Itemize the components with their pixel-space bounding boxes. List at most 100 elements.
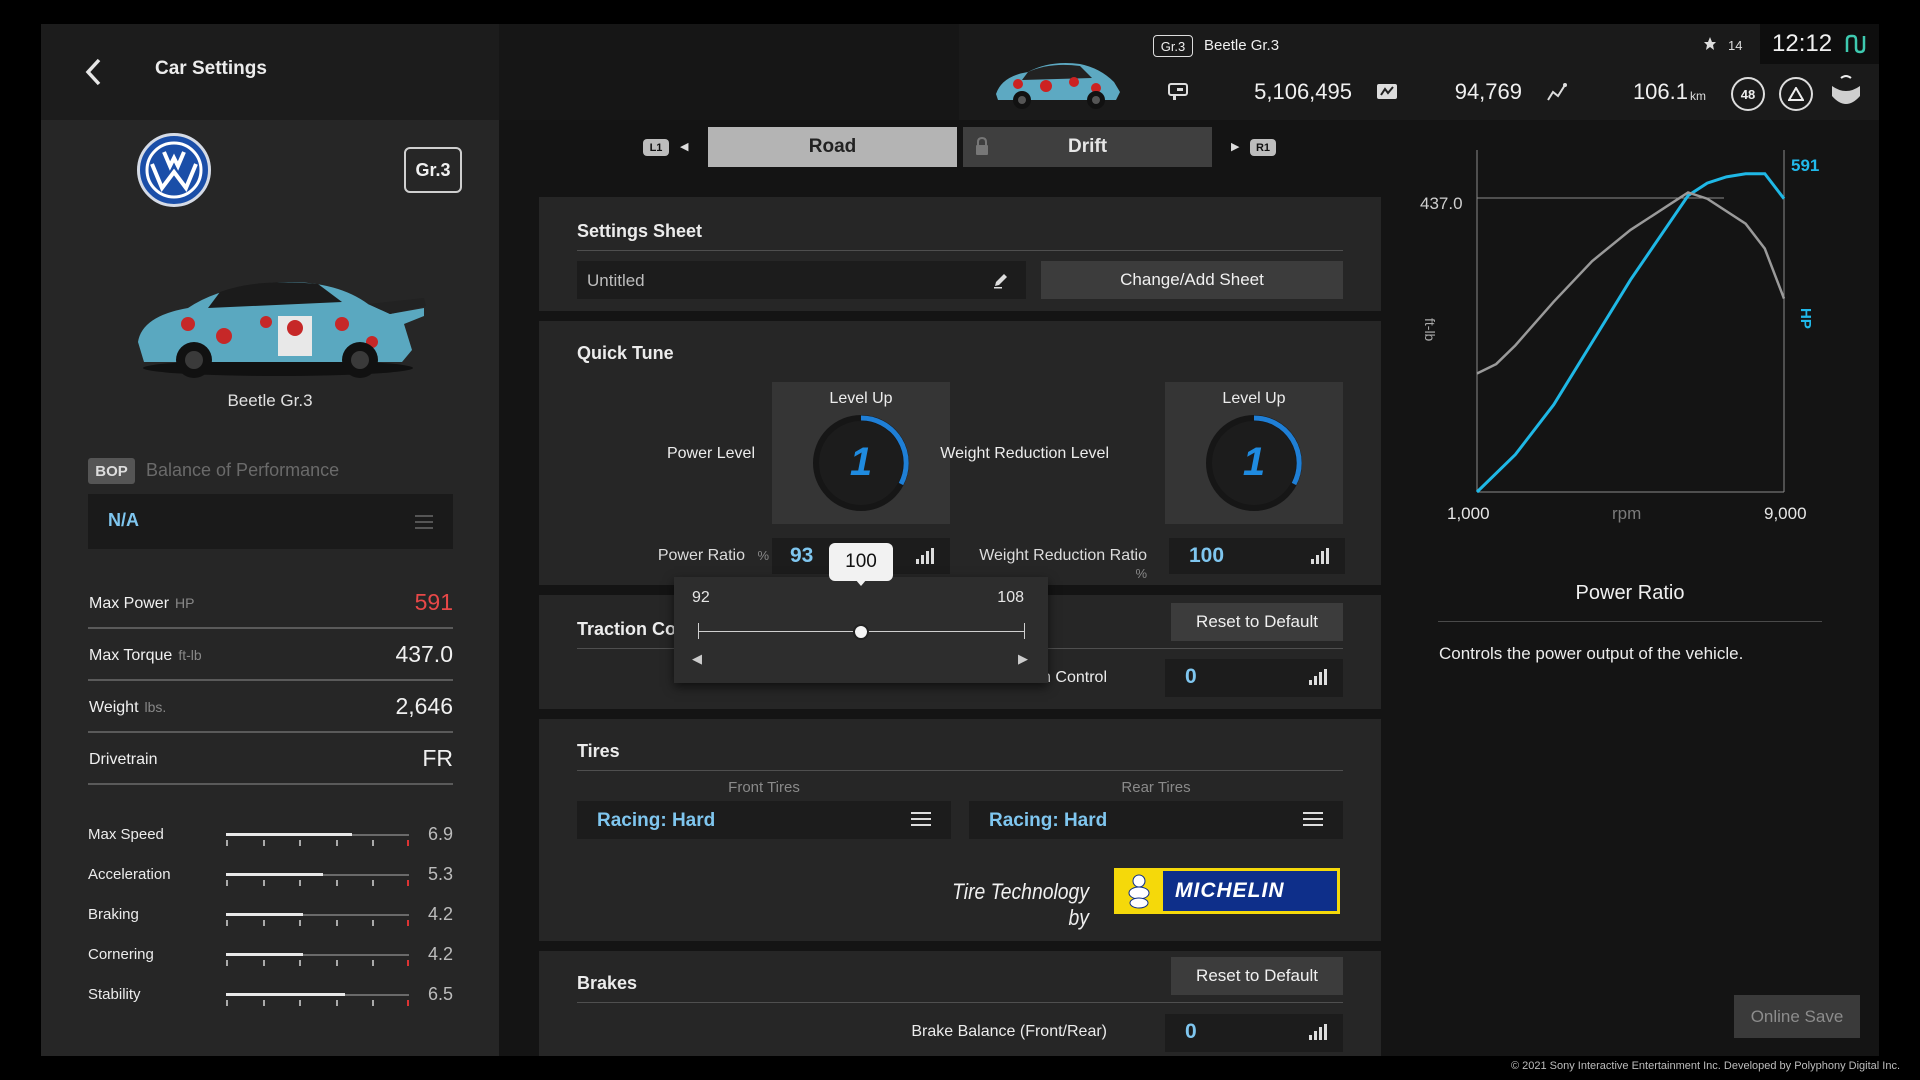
power-ratio-unit: % [757,548,769,563]
performance-label: Braking [88,906,139,923]
stat-label: Weight lbs. [89,699,167,716]
traction-reset-button[interactable]: Reset to Default [1171,603,1343,641]
slider-bubble-tail [855,579,867,586]
stat-value: FR [422,745,453,771]
brakes-section: Brakes Reset to Default Brake Balance (F… [539,951,1381,1056]
tire-technology-text: Tire Technology by [952,879,1089,930]
car-image [128,262,428,382]
power-ratio-label-text: Power Ratio [657,547,745,564]
weight-ratio-value: 100 [1189,544,1225,567]
stat-row: Weight lbs. 2,646 [88,681,453,733]
sheet-name-field[interactable]: Untitled [577,261,1026,299]
performance-tick [226,920,228,926]
header-class-badge: Gr.3 [1153,35,1193,57]
info-title: Power Ratio [1575,582,1685,604]
hp-axis-label: HP [1797,308,1814,329]
slider-left-arrow-icon[interactable]: ◀ [692,651,702,667]
slider-right-arrow-icon[interactable]: ▶ [1018,651,1028,667]
adjust-bars-icon [1311,548,1329,564]
rear-tires-value: Racing: Hard [989,810,1108,831]
performance-row: Stability 6.5 [88,982,453,1012]
change-add-sheet-button[interactable]: Change/Add Sheet [1041,261,1343,299]
stat-row: Drivetrain FR [88,733,453,785]
performance-tick [372,1000,375,1006]
front-tires-select[interactable]: Racing: Hard [577,801,951,839]
performance-bar-fill [226,953,303,956]
performance-tick [262,920,265,926]
performance-row: Cornering 4.2 [88,942,453,972]
performance-tick [262,1000,265,1006]
torque-peak-label: 437.0 [1420,194,1463,213]
brakes-title: Brakes [577,973,638,993]
traction-control-field[interactable]: 0 [1165,659,1343,697]
page-title: Car Settings [155,58,267,79]
performance-tick [226,840,228,846]
performance-value: 6.5 [427,984,453,1004]
settings-sheet-section: Settings Sheet Untitled Change/Add Sheet [539,197,1381,311]
rear-tires-select[interactable]: Racing: Hard [969,801,1343,839]
performance-tick-max [407,880,409,886]
performance-tick-max [407,920,409,926]
performance-row: Braking 4.2 [88,902,453,932]
info-description: Controls the power output of the vehicle… [1439,644,1744,663]
stat-unit: lbs. [144,699,167,715]
weight-ratio-field[interactable]: 100 [1169,538,1345,574]
performance-bar [226,913,409,926]
performance-label: Acceleration [88,866,171,883]
car-thumbnail [988,52,1128,110]
weight-ratio-label-text: Weight Reduction Ratio [979,547,1147,564]
online-save-button[interactable]: Online Save [1734,995,1860,1038]
front-tires-label: Front Tires [728,779,800,796]
slider-track-end [1024,623,1025,639]
header-car-name: Beetle Gr.3 [1204,37,1280,54]
tab-road[interactable]: Road [708,127,957,167]
performance-row: Acceleration 5.3 [88,862,453,892]
front-tires-value: Racing: Hard [597,810,716,831]
torque-curve [1476,191,1786,375]
performance-tick-max [407,1000,409,1006]
l1-button-icon: L1 [643,139,669,156]
torque-axis-label: ft-lb [1422,318,1438,342]
brake-balance-label: Brake Balance (Front/Rear) [911,1023,1107,1040]
weight-level-dial[interactable]: Level Up 1 [1165,382,1343,524]
mileage-points-value: 94,769 [1454,79,1522,104]
sheet-name-value: Untitled [587,271,645,290]
car-class-badge: Gr.3 [404,147,462,193]
pencil-icon [994,274,1007,289]
performance-bar [226,953,409,966]
performance-tick [299,880,302,886]
power-level-header: Level Up [829,390,893,407]
performance-label: Stability [88,986,141,1003]
slider-max-label: 108 [997,589,1024,606]
brake-balance-value: 0 [1185,1020,1197,1043]
performance-label: Max Speed [88,826,164,843]
back-button[interactable] [74,52,114,92]
performance-tick-max [407,840,409,846]
trophy-count: 14 [1728,38,1743,53]
performance-value: 4.2 [427,904,453,924]
brakes-reset-button[interactable]: Reset to Default [1171,957,1343,995]
rear-tires-label: Rear Tires [1121,779,1191,796]
power-level-label: Power Level [666,445,755,462]
bop-select[interactable] [88,494,453,549]
stat-label: Drivetrain [89,751,158,768]
bop-label: Balance of Performance [146,460,340,480]
weight-level-header: Level Up [1222,390,1286,407]
divider [577,770,1343,771]
rpm-min-label: 1,000 [1447,504,1490,523]
performance-bar [226,833,409,846]
traction-control-value: 0 [1185,665,1197,688]
tab-drift[interactable]: Drift [963,127,1212,167]
distance-icon [1546,82,1568,107]
bop-value: N/A [108,510,139,530]
arrow-left-icon: ◀ [680,141,689,153]
tires-title: Tires [577,741,620,761]
slider-knob[interactable] [853,624,869,640]
brake-balance-field[interactable]: 0 [1165,1014,1343,1052]
performance-tick [226,880,228,886]
list-icon [911,812,931,830]
performance-bar [226,993,409,1006]
adjust-bars-icon [916,548,934,564]
performance-bar-fill [226,993,345,996]
performance-tick [299,1000,302,1006]
